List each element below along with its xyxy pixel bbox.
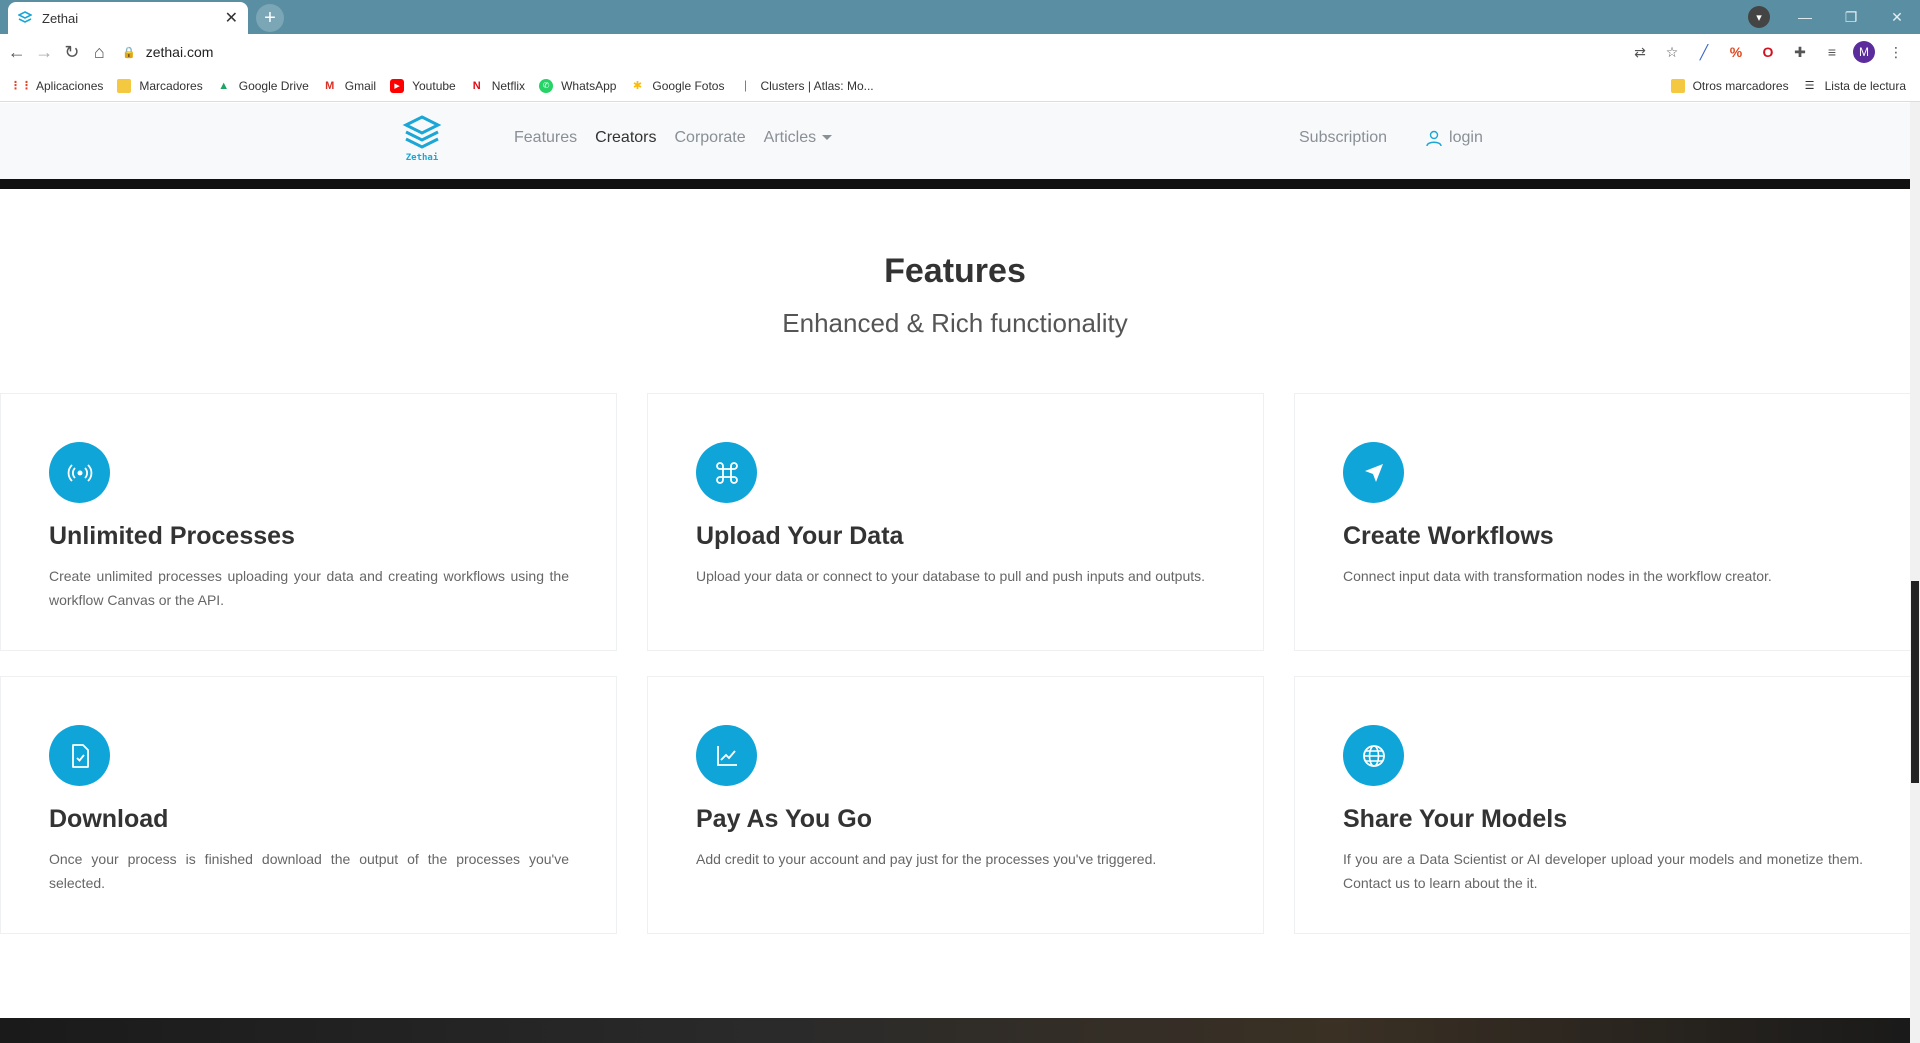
- bookmark-google-fotos[interactable]: ✱ Google Fotos: [630, 79, 725, 93]
- back-icon[interactable]: ←: [6, 38, 28, 66]
- percent-extension-icon[interactable]: %: [1722, 38, 1750, 66]
- site-navbar: Zethai Features Creators Corporate Artic…: [0, 103, 1910, 179]
- hero-image-strip: [0, 179, 1910, 189]
- reading-list-icon: ☰: [1804, 80, 1815, 92]
- feature-title: Pay As You Go: [696, 805, 872, 833]
- toolbar-icons: ⇄ ☆ ╱ % O ✚ ≡ M ⋮: [1622, 38, 1910, 66]
- feature-description: Add credit to your account and pay just …: [696, 851, 1157, 867]
- bookmark-marcadores[interactable]: Marcadores: [117, 78, 203, 93]
- bookmark-netflix[interactable]: N Netflix: [470, 79, 525, 93]
- features-title: Features: [884, 252, 1026, 290]
- google-drive-icon: ▲: [218, 79, 230, 92]
- address-bar[interactable]: 🔒 zethai.com: [122, 38, 1622, 66]
- bookmark-google-drive[interactable]: ▲ Google Drive: [217, 79, 308, 93]
- browser-tab-bar: Zethai ✕ + ▾ — ❐ ✕: [0, 0, 1920, 34]
- zethai-logo-icon: [402, 115, 442, 149]
- caret-down-icon: [822, 135, 833, 141]
- feature-description: Connect input data with transformation n…: [1343, 568, 1772, 584]
- minimize-icon[interactable]: —: [1782, 9, 1828, 25]
- feature-title: Unlimited Processes: [49, 522, 295, 550]
- apps-grid-icon: ⋮⋮: [10, 80, 32, 92]
- chrome-profile-icon[interactable]: ▾: [1748, 6, 1770, 28]
- site-logo[interactable]: Zethai: [400, 115, 444, 171]
- nav-creators[interactable]: Creators: [595, 129, 656, 147]
- feature-card: Download Once your process is finished d…: [0, 676, 617, 934]
- tab-title: Zethai: [42, 10, 79, 26]
- features-subtitle: Enhanced & Rich functionality: [782, 308, 1128, 338]
- feature-card: Upload Your Data Upload your data or con…: [647, 393, 1264, 651]
- whatsapp-icon: ✆: [539, 78, 554, 93]
- profile-avatar[interactable]: M: [1853, 41, 1875, 63]
- feature-description: Once your process is finished download t…: [49, 851, 569, 891]
- feature-card: Create Workflows Connect input data with…: [1294, 393, 1911, 651]
- bookmark-otros[interactable]: Otros marcadores: [1670, 78, 1789, 93]
- user-icon: [1426, 130, 1442, 147]
- mongodb-leaf-icon: ❘: [740, 80, 751, 92]
- feature-card: Unlimited Processes Create unlimited pro…: [0, 393, 617, 651]
- folder-icon: [117, 78, 132, 93]
- url-text: zethai.com: [145, 44, 214, 60]
- window-controls: — ❐ ✕: [1782, 0, 1920, 34]
- navigation-arrow-icon: [1343, 442, 1404, 503]
- youtube-icon: ▶: [390, 78, 405, 93]
- feature-description: If you are a Data Scientist or AI develo…: [1343, 851, 1863, 891]
- file-check-icon: [49, 725, 110, 786]
- feature-card: Pay As You Go Add credit to your account…: [647, 676, 1264, 934]
- pen-extension-icon[interactable]: ╱: [1690, 38, 1718, 66]
- globe-icon: [1343, 725, 1404, 786]
- extensions-puzzle-icon[interactable]: ✚: [1786, 38, 1814, 66]
- bookmark-gmail[interactable]: M Gmail: [323, 79, 376, 93]
- chrome-menu-icon[interactable]: ⋮: [1882, 38, 1910, 66]
- nav-features[interactable]: Features: [514, 129, 577, 147]
- translate-icon[interactable]: ⇄: [1626, 38, 1654, 66]
- gmail-icon: M: [325, 79, 335, 92]
- feature-title: Download: [49, 805, 169, 833]
- footer-image-strip: [0, 1018, 1910, 1043]
- bookmark-star-icon[interactable]: ☆: [1658, 38, 1686, 66]
- scrollbar-thumb[interactable]: [1911, 581, 1919, 783]
- feature-title: Upload Your Data: [696, 522, 904, 550]
- bookmarks-bar: ⋮⋮ Aplicaciones Marcadores ▲ Google Drive …: [0, 70, 1920, 102]
- folder-icon: [1670, 78, 1685, 93]
- browser-tab[interactable]: Zethai ✕: [8, 2, 248, 34]
- close-window-icon[interactable]: ✕: [1874, 9, 1920, 26]
- feature-description: Upload your data or connect to your data…: [696, 568, 1206, 584]
- nav-links: Features Creators Corporate Articles: [514, 129, 850, 147]
- bookmark-whatsapp[interactable]: ✆ WhatsApp: [539, 78, 616, 93]
- lock-icon[interactable]: 🔒: [122, 46, 136, 59]
- line-chart-icon: [696, 725, 757, 786]
- google-photos-icon: ✱: [632, 80, 643, 92]
- close-tab-icon[interactable]: ✕: [225, 8, 238, 28]
- netflix-icon: N: [472, 79, 481, 92]
- command-icon: [696, 442, 757, 503]
- bookmark-apps[interactable]: ⋮⋮ Aplicaciones: [10, 79, 103, 93]
- nav-corporate[interactable]: Corporate: [675, 129, 746, 147]
- subscription-link[interactable]: Subscription: [1299, 129, 1387, 147]
- new-tab-button[interactable]: +: [256, 4, 284, 32]
- opera-extension-icon[interactable]: O: [1754, 38, 1782, 66]
- broadcast-icon: [49, 442, 110, 503]
- bookmark-lista-lectura[interactable]: ☰ Lista de lectura: [1803, 79, 1906, 93]
- reading-list-toolbar-icon[interactable]: ≡: [1818, 38, 1846, 66]
- login-link[interactable]: login: [1425, 129, 1483, 147]
- nav-articles-dropdown[interactable]: Articles: [764, 129, 833, 147]
- reload-icon[interactable]: ↻: [61, 38, 83, 66]
- home-icon[interactable]: ⌂: [89, 38, 111, 66]
- bookmark-atlas[interactable]: ❘ Clusters | Atlas: Mo...: [738, 79, 874, 93]
- feature-card: Share Your Models If you are a Data Scie…: [1294, 676, 1911, 934]
- logo-text: Zethai: [405, 153, 439, 163]
- nav-right: Subscription login: [1299, 129, 1483, 147]
- forward-icon[interactable]: →: [34, 38, 56, 66]
- page-scrollbar[interactable]: [1910, 102, 1920, 1043]
- browser-toolbar: ← → ↻ ⌂ 🔒 zethai.com ⇄ ☆ ╱ % O ✚ ≡ M ⋮: [0, 34, 1920, 70]
- feature-title: Create Workflows: [1343, 522, 1554, 550]
- bookmark-youtube[interactable]: ▶ Youtube: [390, 78, 456, 93]
- restore-icon[interactable]: ❐: [1828, 9, 1874, 26]
- feature-description: Create unlimited processes uploading you…: [49, 568, 569, 608]
- feature-title: Share Your Models: [1343, 805, 1568, 833]
- zethai-favicon-icon: [18, 11, 32, 23]
